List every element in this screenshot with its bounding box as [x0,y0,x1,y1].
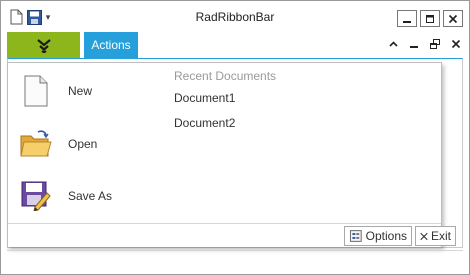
minimize-icon [403,20,411,23]
ribbon-close-button[interactable] [449,36,463,52]
tab-actions[interactable]: Actions [84,32,138,58]
app-menu-item-save-as[interactable]: Save As [8,170,168,222]
title-bar: ▾ RadRibbonBar [1,1,469,31]
close-icon [448,14,458,23]
ribbon-restore-button[interactable] [428,36,442,52]
close-icon [420,232,428,240]
app-menu-item-label: Save As [68,189,113,203]
save-as-icon [20,178,52,214]
recent-documents: Recent Documents Document1 Document2 [174,69,434,141]
ribbon-tab-row: Actions [7,32,463,58]
app-window: ▾ RadRibbonBar Actions New Open Save As … [0,0,470,275]
recent-document-item[interactable]: Document1 [174,91,434,116]
app-menu-item-new[interactable]: New [8,65,168,117]
recent-documents-title: Recent Documents [174,69,277,83]
ribbon-collapse-button[interactable] [386,36,400,52]
chevron-up-icon [388,41,398,47]
new-document-icon [20,73,52,109]
app-menu-item-label: Open [68,137,98,151]
options-button-label: Options [365,229,407,243]
minimize-icon [410,46,418,48]
restore-icon [429,38,440,49]
window-controls [397,10,463,27]
recent-document-item[interactable]: Document2 [174,116,434,141]
app-menu-item-label: New [68,84,93,98]
close-icon [451,39,461,49]
ribbon-controls [386,36,463,52]
app-menu-commands: New Open Save As [8,63,168,223]
application-menu-icon [36,39,51,53]
application-menu: New Open Save As Recent Documents Docume… [7,62,456,247]
maximize-icon [426,14,434,23]
options-icon [349,230,362,242]
app-menu-footer: Options Exit [8,223,456,247]
ribbon-bottom-divider [7,250,463,251]
exit-button-label: Exit [430,229,451,243]
options-button[interactable]: Options [344,226,412,246]
window-maximize-button[interactable] [420,10,440,27]
ribbon-minimize-button[interactable] [407,36,421,52]
window-close-button[interactable] [443,10,463,27]
open-folder-icon [20,126,52,162]
window-minimize-button[interactable] [397,10,417,27]
exit-button[interactable]: Exit [415,226,456,246]
application-menu-button[interactable] [7,32,80,58]
app-menu-item-open[interactable]: Open [8,118,168,170]
